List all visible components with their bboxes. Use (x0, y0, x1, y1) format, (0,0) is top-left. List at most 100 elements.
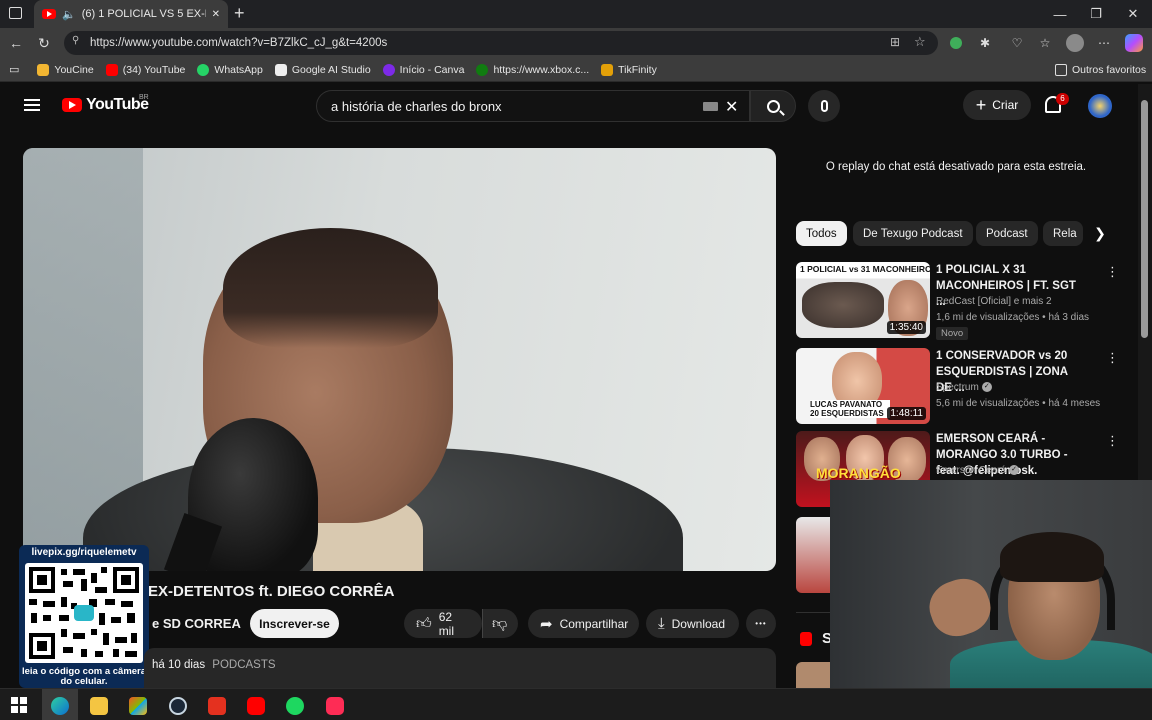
voice-search-button[interactable] (808, 90, 840, 122)
browser-tab-bar: 🔈 (6) 1 POLICIAL VS 5 EX-DETENTOS ✕ + — … (0, 0, 1152, 28)
bookmark-ai-studio[interactable]: Google AI Studio (274, 63, 371, 76)
favorite-star-icon[interactable]: ☆ (914, 34, 926, 50)
bookmark-canva[interactable]: Início - Canva (382, 63, 464, 76)
video-duration: 1:48:11 (887, 407, 926, 420)
new-tab-button[interactable]: + (234, 3, 245, 24)
speaker-icon[interactable]: 🔈 (62, 8, 76, 21)
recommendation-channel[interactable]: Emerson Ceará ✓ (936, 465, 1020, 476)
tab-actions-icon[interactable] (9, 7, 22, 19)
verified-check-icon: ✓ (1009, 465, 1020, 476)
file-explorer-icon[interactable] (90, 697, 108, 715)
scrollbar-thumb[interactable] (1141, 100, 1148, 338)
browser-essentials-icon[interactable]: ♡ (1009, 35, 1025, 51)
back-arrow-icon[interactable]: ← (7, 34, 25, 52)
site-info-icon[interactable]: ⚲ (72, 35, 79, 46)
more-actions-button[interactable]: ••• (746, 609, 776, 638)
webcam-hair (1000, 532, 1104, 582)
bookmark-whatsapp-icon (197, 63, 210, 76)
new-badge: Novo (936, 327, 969, 340)
bookmark-xbox[interactable]: https://www.xbox.c... (476, 63, 589, 76)
search-input[interactable]: a história de charles do bronx ✕ (316, 90, 750, 122)
spotify-icon[interactable] (286, 697, 304, 715)
chip-podcast[interactable]: Podcast (976, 221, 1038, 246)
close-window-button[interactable]: ✕ (1115, 0, 1151, 28)
recommendation-item[interactable]: 1 POLICIAL vs 31 MACONHEIROS 1:35:40 1 P… (796, 262, 1126, 340)
tiktok-icon[interactable] (326, 697, 344, 715)
recommendation-meta: 1,6 mi de visualizações • há 3 dias (936, 312, 1090, 323)
opera-gx-icon[interactable] (208, 697, 226, 715)
url-input[interactable]: ⚲ https://www.youtube.com/watch?v=B7ZlkC… (64, 31, 938, 55)
thumbs-down-icon: 👎︎ (492, 614, 508, 632)
thumbnail-crowd (802, 282, 884, 328)
like-button[interactable]: 👍︎ 62 mil (404, 609, 482, 638)
microsoft-store-icon[interactable] (129, 697, 147, 715)
bookmarks-bar: ▭ YouCine (34) YouTube WhatsApp Google A… (0, 58, 1152, 82)
recommendation-thumbnail[interactable]: 1 POLICIAL vs 31 MACONHEIROS 1:35:40 (796, 262, 930, 338)
video-duration: 1:35:40 (886, 321, 926, 334)
favorites-icon[interactable]: ☆ (1037, 35, 1053, 51)
video-player[interactable] (23, 148, 776, 571)
minimize-button[interactable]: — (1042, 0, 1078, 28)
windows-taskbar (0, 688, 1152, 720)
chip-todos[interactable]: Todos (796, 221, 847, 246)
chip-de-texugo-podcast[interactable]: De Texugo Podcast (853, 221, 973, 246)
windows-start-icon[interactable] (11, 697, 29, 715)
recommendation-menu-icon[interactable]: ⋮ (1106, 264, 1119, 280)
region-code: BR (139, 94, 149, 101)
youtube-header: YouTube BR a história de charles do bron… (0, 84, 1138, 128)
verified-check-icon: ✓ (981, 382, 992, 393)
account-avatar[interactable] (1088, 94, 1112, 118)
create-button[interactable]: + Criar (963, 90, 1031, 120)
recommendation-menu-icon[interactable]: ⋮ (1106, 350, 1119, 366)
hamburger-menu-icon[interactable] (24, 99, 40, 111)
recommendation-menu-icon[interactable]: ⋮ (1106, 433, 1119, 449)
dislike-button[interactable]: 👎︎ (482, 609, 518, 638)
shield-extension-icon[interactable] (948, 35, 964, 51)
search-button[interactable] (750, 90, 796, 122)
qr-instruction-text: leia o código com a câmera do celular. (21, 666, 147, 687)
channel-name[interactable]: e SD CORREA (152, 616, 241, 631)
maximize-button[interactable]: ❐ (1078, 0, 1114, 28)
extensions-puzzle-icon[interactable]: ✱ (977, 35, 993, 51)
profile-avatar-icon[interactable] (1066, 34, 1084, 52)
recommendation-channel[interactable]: Spectrum ✓ (936, 382, 992, 393)
keyboard-icon[interactable] (703, 102, 718, 111)
url-text: https://www.youtube.com/watch?v=B7ZlkC_c… (90, 37, 388, 49)
bookmark-youtube[interactable]: (34) YouTube (105, 63, 185, 76)
recommendation-item[interactable]: LUCAS PAVANATO 20 ESQUERDISTAS 1:48:11 1… (796, 348, 1126, 426)
clear-search-icon[interactable]: ✕ (725, 97, 738, 117)
steam-icon[interactable] (169, 697, 187, 715)
bookmarks-toggle-icon[interactable]: ▭ (9, 63, 19, 76)
youtube-logo-icon[interactable] (62, 98, 82, 112)
address-bar-row: ← ↻ ⚲ https://www.youtube.com/watch?v=B7… (0, 28, 1152, 58)
download-button[interactable]: ⤓ Download (646, 609, 739, 638)
description-box[interactable]: há 10 dias PODCASTS (144, 648, 776, 688)
bookmark-whatsapp[interactable]: WhatsApp (197, 63, 263, 76)
copilot-icon[interactable] (1125, 34, 1143, 52)
video-category: PODCASTS (212, 659, 276, 671)
share-label: Compartilhar (559, 616, 629, 631)
search-input-value: a história de charles do bronx (331, 98, 502, 114)
share-button[interactable]: ➦ Compartilhar (528, 609, 639, 638)
bookmark-tikfinity[interactable]: TikFinity (601, 63, 657, 76)
recommendation-channel[interactable]: RedCast [Oficial] e mais 2 (936, 296, 1052, 307)
browser-tab-active[interactable]: 🔈 (6) 1 POLICIAL VS 5 EX-DETENTOS ✕ (34, 0, 228, 28)
create-label: Criar (992, 98, 1019, 112)
tab-close-icon[interactable]: ✕ (212, 9, 220, 20)
notification-count-badge: 6 (1056, 93, 1069, 105)
recommendation-thumbnail[interactable]: LUCAS PAVANATO 20 ESQUERDISTAS 1:48:11 (796, 348, 930, 424)
more-menu-icon[interactable]: ⋯ (1096, 35, 1112, 51)
webcam-overlay (830, 480, 1152, 690)
bookmark-youcine[interactable]: YouCine (37, 63, 94, 76)
download-label: Download (671, 616, 726, 631)
thumbnail-caption: LUCAS PAVANATO 20 ESQUERDISTAS (810, 400, 890, 418)
youtube-app-icon[interactable] (247, 697, 265, 715)
subscribe-button[interactable]: Inscrever-se (250, 609, 339, 638)
chip-next-chevron-icon[interactable]: ❯ (1088, 221, 1112, 246)
reload-icon[interactable]: ↻ (35, 34, 53, 52)
edge-browser-icon[interactable] (51, 697, 69, 715)
youtube-favicon-icon (42, 9, 56, 19)
app-install-icon[interactable]: ⊞ (890, 35, 900, 49)
bookmark-other-folder[interactable]: Outros favoritos (1055, 63, 1146, 76)
chip-related[interactable]: Rela (1043, 221, 1083, 246)
